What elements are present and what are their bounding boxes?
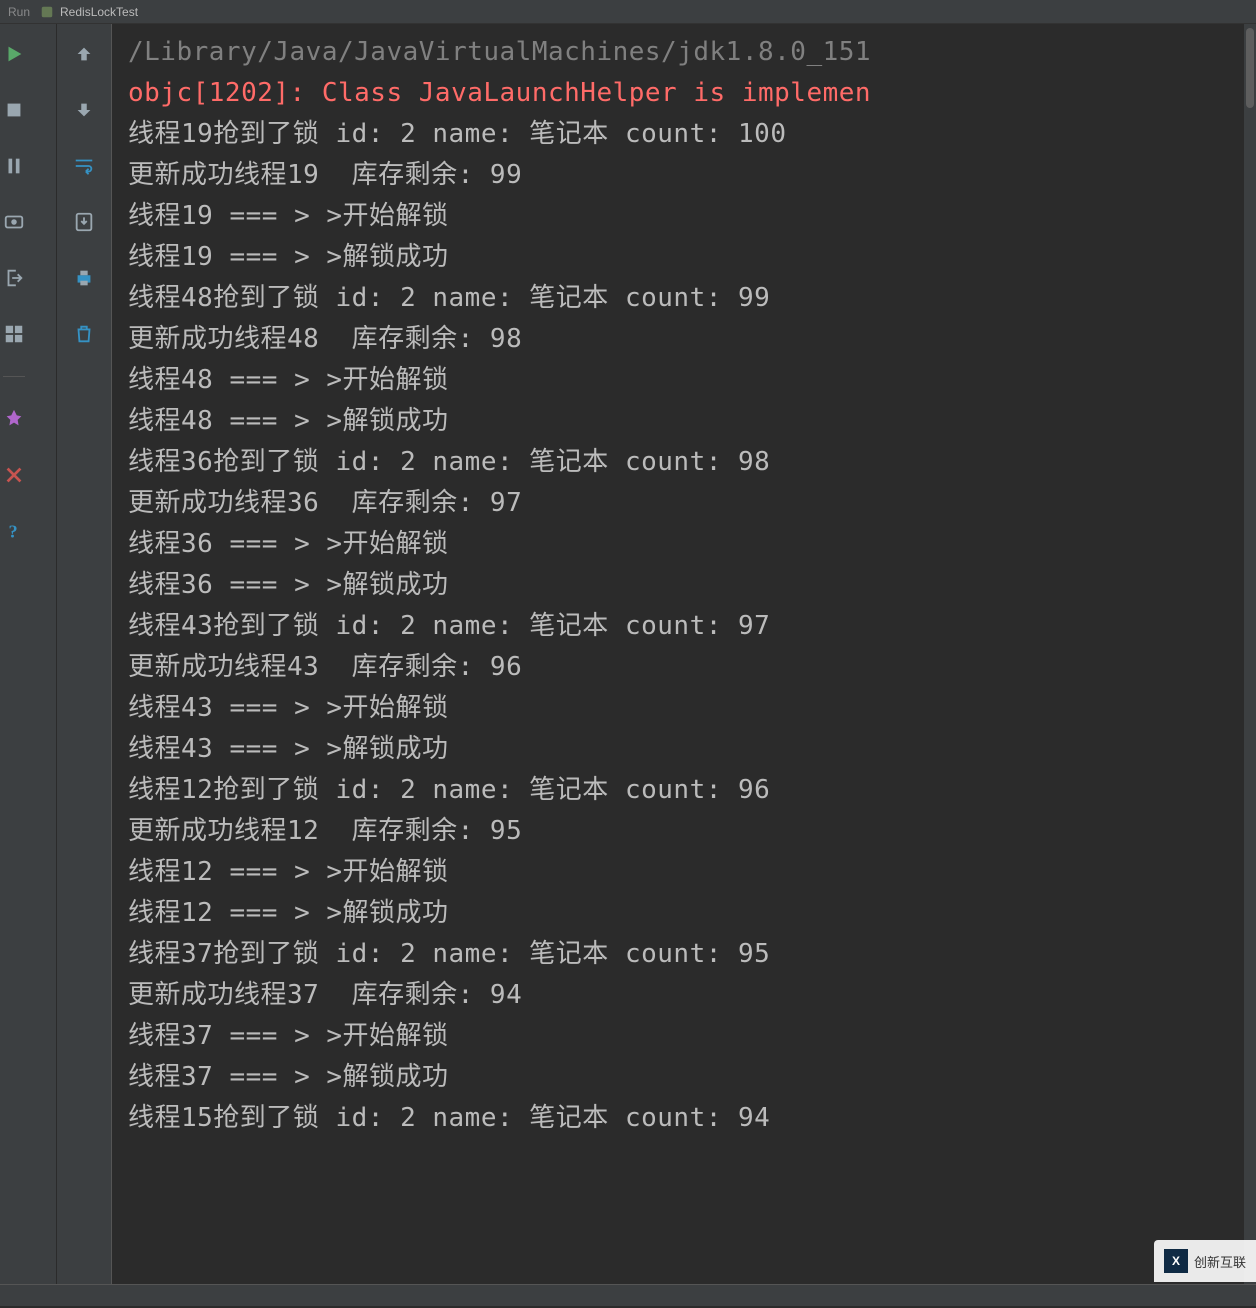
svg-text:?: ?: [9, 521, 18, 541]
console-line: 线程48抢到了锁 id: 2 name: 笔记本 count: 99: [128, 278, 1256, 319]
console-line: 更新成功线程36 库存剩余: 97: [128, 483, 1256, 524]
console-line: 线程19 === > >解锁成功: [128, 237, 1256, 278]
console-line: 线程43 === > >开始解锁: [128, 688, 1256, 729]
console-line: 线程43 === > >解锁成功: [128, 729, 1256, 770]
status-bar: [0, 1284, 1256, 1306]
pause-button[interactable]: [0, 148, 34, 184]
console-line: 更新成功线程12 库存剩余: 95: [128, 811, 1256, 852]
console-line: 线程19 === > >开始解锁: [128, 196, 1256, 237]
watermark: X 创新互联: [1154, 1240, 1256, 1282]
layout-button[interactable]: [0, 316, 34, 352]
console-line: 线程37 === > >解锁成功: [128, 1057, 1256, 1098]
clear-all-button[interactable]: [64, 316, 104, 352]
rerun-button[interactable]: [0, 36, 34, 72]
console-line: 线程36抢到了锁 id: 2 name: 笔记本 count: 98: [128, 442, 1256, 483]
watermark-logo-icon: X: [1164, 1249, 1188, 1273]
console-line: 线程15抢到了锁 id: 2 name: 笔记本 count: 94: [128, 1098, 1256, 1139]
scrollbar-thumb[interactable]: [1246, 28, 1254, 108]
console-line: 线程12 === > >开始解锁: [128, 852, 1256, 893]
down-stack-button[interactable]: [64, 92, 104, 128]
watermark-text: 创新互联: [1194, 1252, 1246, 1271]
console-output[interactable]: /Library/Java/JavaVirtualMachines/jdk1.8…: [112, 24, 1256, 1284]
vertical-scrollbar[interactable]: [1244, 24, 1256, 1284]
console-toolbar: [56, 24, 112, 1284]
console-line: 线程48 === > >开始解锁: [128, 360, 1256, 401]
run-toolbar-left: ?: [0, 24, 56, 1284]
print-button[interactable]: [64, 260, 104, 296]
help-button[interactable]: ?: [0, 513, 34, 549]
stop-button[interactable]: [0, 92, 34, 128]
console-line: 更新成功线程43 库存剩余: 96: [128, 647, 1256, 688]
dump-threads-button[interactable]: [0, 204, 34, 240]
run-tool-header: Run RedisLockTest: [0, 0, 1256, 24]
console-line: 更新成功线程19 库存剩余: 99: [128, 155, 1256, 196]
exit-button[interactable]: [0, 260, 34, 296]
run-config-icon: [40, 5, 54, 19]
soft-wrap-button[interactable]: [64, 148, 104, 184]
console-line: 线程36 === > >开始解锁: [128, 524, 1256, 565]
pin-button[interactable]: [0, 401, 34, 437]
console-line: /Library/Java/JavaVirtualMachines/jdk1.8…: [128, 32, 1256, 73]
console-line: 线程37 === > >开始解锁: [128, 1016, 1256, 1057]
console-line: 线程19抢到了锁 id: 2 name: 笔记本 count: 100: [128, 114, 1256, 155]
run-config-name: RedisLockTest: [60, 5, 138, 19]
console-line: 线程43抢到了锁 id: 2 name: 笔记本 count: 97: [128, 606, 1256, 647]
console-line: 更新成功线程37 库存剩余: 94: [128, 975, 1256, 1016]
up-stack-button[interactable]: [64, 36, 104, 72]
run-label: Run: [8, 5, 30, 19]
separator: [3, 376, 25, 377]
console-line: 线程12 === > >解锁成功: [128, 893, 1256, 934]
console-line: 线程37抢到了锁 id: 2 name: 笔记本 count: 95: [128, 934, 1256, 975]
console-line: 线程48 === > >解锁成功: [128, 401, 1256, 442]
console-line: objc[1202]: Class JavaLaunchHelper is im…: [128, 73, 1256, 114]
close-button[interactable]: [0, 457, 34, 493]
run-tool-window: ? /Library/Java/JavaVirtualMachines/j: [0, 24, 1256, 1284]
scroll-to-end-button[interactable]: [64, 204, 104, 240]
console-line: 更新成功线程48 库存剩余: 98: [128, 319, 1256, 360]
console-line: 线程12抢到了锁 id: 2 name: 笔记本 count: 96: [128, 770, 1256, 811]
console-line: 线程36 === > >解锁成功: [128, 565, 1256, 606]
